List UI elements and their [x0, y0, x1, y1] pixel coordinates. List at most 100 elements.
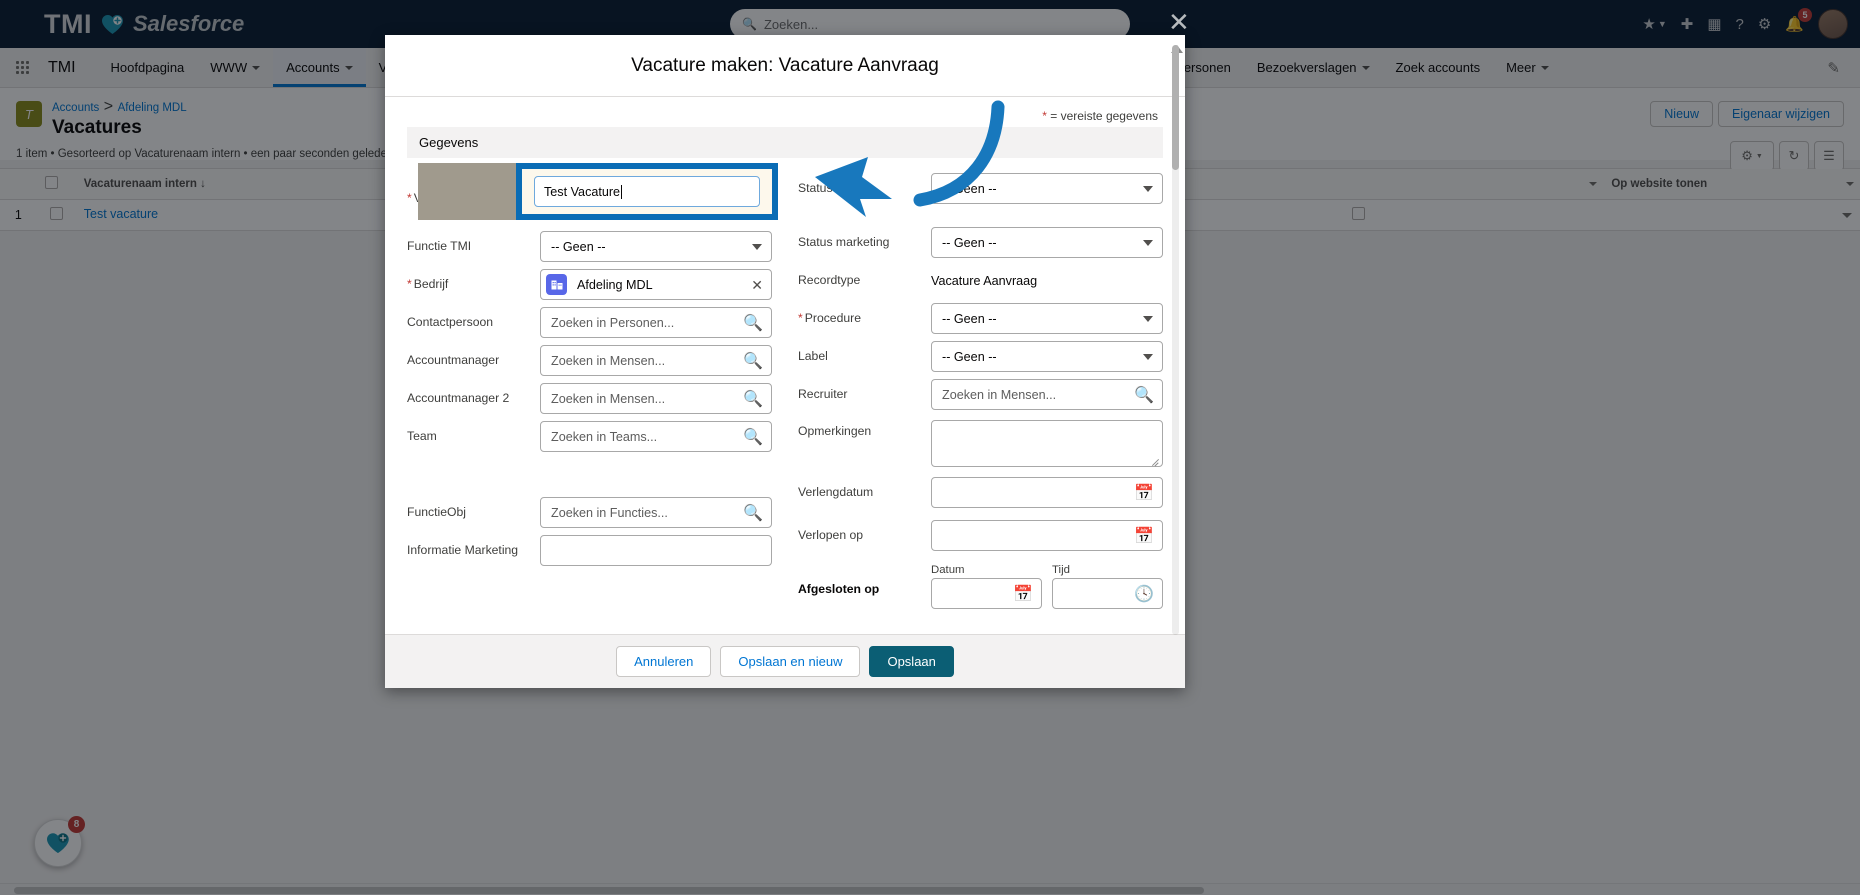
resize-grip-icon[interactable] [1151, 456, 1160, 465]
field-afgesloten-op: Afgesloten op Datum 📅 Tijd 🕓 [798, 564, 1163, 620]
bedrijf-value: Afdeling MDL [577, 277, 653, 292]
accountmanager-2-lookup[interactable]: Zoeken in Mensen... [540, 383, 772, 414]
field-control[interactable]: -- Geen -- [540, 231, 772, 262]
field-label: Recruiter [798, 387, 848, 402]
field-label: Status marketing [798, 235, 890, 250]
search-icon[interactable]: 🔍 [1134, 385, 1154, 405]
field-label: Afgesloten op [798, 582, 880, 596]
modal-title: Vacature maken: Vacature Aanvraag [631, 54, 939, 76]
form-column-right: Status -- Geen -- Status marketing -- Ge… [798, 170, 1163, 621]
cancel-button[interactable]: Annuleren [616, 646, 712, 677]
procedure-select[interactable]: -- Geen -- [931, 303, 1163, 334]
required-star: * [1042, 109, 1047, 123]
field-control[interactable]: Zoeken in Mensen... 🔍 [931, 379, 1163, 410]
field-control[interactable]: Afdeling MDL ✕ [540, 269, 772, 300]
recordtype-value: Vacature Aanvraag [931, 273, 1038, 288]
field-recruiter: Recruiter Zoeken in Mensen... 🔍 [798, 376, 1163, 413]
save-and-new-button[interactable]: Opslaan en nieuw [720, 646, 861, 677]
team-lookup[interactable]: Zoeken in Teams... [540, 421, 772, 452]
field-label: Verlengdatum [798, 485, 874, 500]
text-cursor [621, 184, 623, 199]
field-functie-tmi: Functie TMI -- Geen -- [407, 228, 772, 265]
search-icon[interactable]: 🔍 [743, 389, 763, 409]
calendar-icon[interactable]: 📅 [1134, 526, 1154, 546]
close-icon[interactable]: ✕ [1168, 9, 1190, 35]
save-button[interactable]: Opslaan [869, 646, 954, 677]
opmerkingen-textarea[interactable] [931, 420, 1163, 467]
field-label: Verlopen op [798, 528, 864, 543]
field-spacer [407, 456, 772, 493]
field-control[interactable]: 📅 [931, 520, 1163, 551]
calendar-icon[interactable]: 📅 [1134, 483, 1154, 503]
chevron-down-icon [1143, 315, 1153, 322]
field-control[interactable] [540, 535, 772, 566]
field-control[interactable]: Zoeken in Mensen... 🔍 [540, 383, 772, 414]
verlopen-op-input[interactable] [931, 520, 1163, 551]
field-functieobj: FunctieObj Zoeken in Functies... 🔍 [407, 494, 772, 531]
search-icon[interactable]: 🔍 [743, 351, 763, 371]
field-label: Label [798, 349, 828, 364]
recruiter-lookup[interactable]: Zoeken in Mensen... [931, 379, 1163, 410]
search-icon[interactable]: 🔍 [743, 427, 763, 447]
field-control[interactable]: -- Geen -- [931, 341, 1163, 372]
contactpersoon-lookup[interactable]: Zoeken in Personen... [540, 307, 772, 338]
field-status: Status -- Geen -- [798, 170, 1163, 207]
vacaturenaam-intern-input-focused[interactable]: Test Vacature [534, 176, 760, 207]
required-fields-note: * = vereiste gegevens [385, 97, 1185, 127]
modal-scrollbar-thumb[interactable] [1172, 45, 1179, 170]
calendar-icon[interactable]: 📅 [1013, 584, 1033, 604]
input-value: Test Vacature [544, 184, 621, 199]
field-control[interactable]: -- Geen -- [931, 173, 1163, 204]
afgesloten-date-group: Datum 📅 [931, 564, 1042, 609]
field-control[interactable] [931, 420, 1163, 467]
select-value: -- Geen -- [942, 181, 997, 196]
form-grid: Vacaturenaam intern Test Vacature Functi… [385, 158, 1185, 621]
search-icon[interactable]: 🔍 [743, 503, 763, 523]
field-accountmanager: Accountmanager Zoeken in Mensen... 🔍 [407, 342, 772, 379]
clock-icon[interactable]: 🕓 [1134, 584, 1154, 604]
functieobj-lookup[interactable]: Zoeken in Functies... [540, 497, 772, 528]
chevron-down-icon [1143, 185, 1153, 192]
chevron-down-icon [752, 243, 762, 250]
create-vacature-modal: Vacature maken: Vacature Aanvraag * = ve… [385, 35, 1185, 688]
field-control[interactable]: Zoeken in Mensen... 🔍 [540, 345, 772, 376]
field-procedure: Procedure -- Geen -- [798, 300, 1163, 337]
functie-tmi-select[interactable]: -- Geen -- [540, 231, 772, 262]
close-icon[interactable]: ✕ [751, 278, 763, 292]
field-control[interactable]: Zoeken in Functies... 🔍 [540, 497, 772, 528]
field-recordtype: Recordtype Vacature Aanvraag [798, 262, 1163, 299]
field-label: Team [407, 429, 437, 444]
select-value: -- Geen -- [942, 311, 997, 326]
field-highlight-backdrop [418, 163, 518, 220]
field-label: Procedure [798, 311, 921, 326]
status-select[interactable]: -- Geen -- [931, 173, 1163, 204]
field-control: Datum 📅 Tijd 🕓 [931, 564, 1163, 609]
form-column-left: Vacaturenaam intern Test Vacature Functi… [407, 170, 772, 621]
time-sublabel: Tijd [1052, 564, 1070, 576]
field-label: Status [798, 181, 833, 196]
field-control[interactable]: Zoeken in Teams... 🔍 [540, 421, 772, 452]
modal-header: Vacature maken: Vacature Aanvraag [385, 35, 1185, 97]
field-accountmanager-2: Accountmanager 2 Zoeken in Mensen... 🔍 [407, 380, 772, 417]
status-marketing-select[interactable]: -- Geen -- [931, 227, 1163, 258]
field-label: Bedrijf [407, 277, 530, 292]
field-control[interactable]: -- Geen -- [931, 303, 1163, 334]
search-icon[interactable]: 🔍 [743, 313, 763, 333]
chevron-down-icon [1143, 239, 1153, 246]
informatie-marketing-input[interactable] [540, 535, 772, 566]
verlengdatum-input[interactable] [931, 477, 1163, 508]
select-value: -- Geen -- [551, 239, 606, 254]
account-icon [546, 274, 567, 295]
label-select[interactable]: -- Geen -- [931, 341, 1163, 372]
section-header-gegevens: Gegevens [407, 127, 1163, 158]
field-label: Accountmanager [407, 353, 500, 368]
field-opmerkingen: Opmerkingen [798, 414, 1163, 468]
field-label: Informatie Marketing [407, 543, 519, 558]
field-control[interactable]: Zoeken in Personen... 🔍 [540, 307, 772, 338]
field-control[interactable]: -- Geen -- [931, 227, 1163, 258]
field-status-marketing: Status marketing -- Geen -- [798, 224, 1163, 261]
field-control[interactable]: 📅 [931, 477, 1163, 508]
accountmanager-lookup[interactable]: Zoeken in Mensen... [540, 345, 772, 376]
date-sublabel: Datum [931, 564, 965, 576]
bedrijf-lookup[interactable]: Afdeling MDL ✕ [540, 269, 772, 300]
